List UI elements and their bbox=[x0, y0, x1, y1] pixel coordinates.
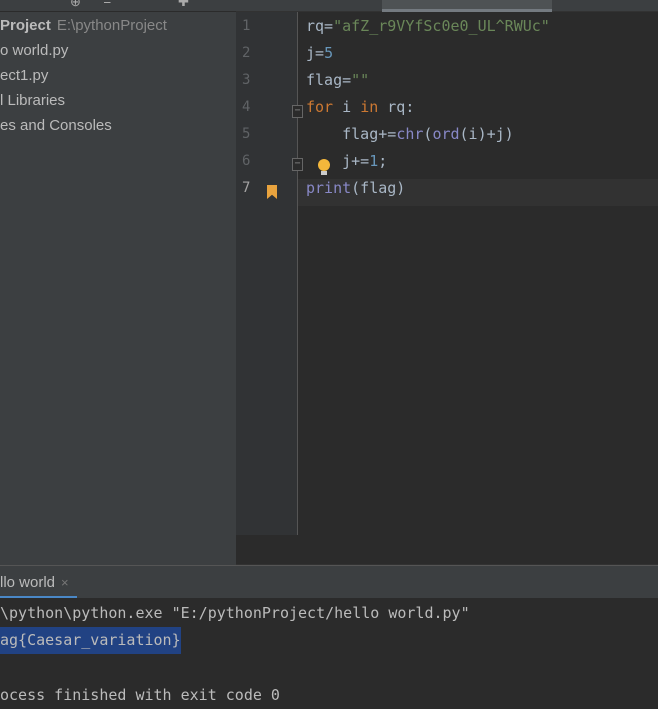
project-panel: ⊕ ⎯ ⌃ ✚ Project E:\pythonProject o world.… bbox=[0, 0, 236, 565]
code-editor[interactable]: rq="afZ_r9VYfSc0e0_UL^RWUc" j=5 flag="" for… bbox=[236, 12, 658, 535]
locate-icon[interactable]: ⊕ bbox=[70, 0, 81, 10]
code-token: rq: bbox=[378, 98, 415, 116]
code-token: ord bbox=[432, 125, 460, 143]
console-exit-line: ocess finished with exit code 0 bbox=[0, 686, 280, 704]
code-line: rq="afZ_r9VYfSc0e0_UL^RWUc" bbox=[306, 13, 550, 40]
project-toolbar: ⊕ ⎯ ⌃ ✚ bbox=[0, 0, 236, 12]
console-command-line: \python\python.exe "E:/pythonProject/hel… bbox=[0, 604, 470, 622]
project-root[interactable]: Project E:\pythonProject bbox=[0, 13, 167, 38]
fold-end-icon[interactable]: − bbox=[292, 158, 303, 171]
collapse-all-icon[interactable]: ⎯ bbox=[104, 0, 111, 10]
code-token: "afZ_r9VYfSc0e0_UL^RWUc" bbox=[333, 17, 550, 35]
line-number: 2 bbox=[242, 45, 251, 61]
code-token: print bbox=[306, 179, 352, 197]
settings-icon[interactable]: ✚ bbox=[178, 0, 189, 10]
code-token: for bbox=[306, 98, 334, 116]
console-output[interactable]: \python\python.exe "E:/pythonProject/hel… bbox=[0, 598, 658, 707]
line-number: 3 bbox=[242, 72, 251, 88]
editor-tabs bbox=[236, 0, 658, 12]
code-token: rq= bbox=[306, 17, 334, 35]
line-number: 1 bbox=[242, 18, 251, 34]
tree-item-project1[interactable]: ect1.py bbox=[0, 63, 48, 88]
run-tab-label: llo world bbox=[0, 574, 56, 591]
tree-item-scratches[interactable]: es and Consoles bbox=[0, 113, 112, 138]
code-token: "" bbox=[351, 71, 370, 89]
project-title: Project bbox=[0, 17, 51, 34]
code-token: ; bbox=[378, 152, 388, 170]
tree-item-external-libraries[interactable]: l Libraries bbox=[0, 88, 65, 113]
tab-hello-world[interactable] bbox=[382, 0, 552, 12]
code-line: print(flag) bbox=[306, 175, 405, 202]
code-token: 5 bbox=[324, 44, 334, 62]
tab-project1[interactable] bbox=[246, 0, 356, 12]
code-token: 1 bbox=[369, 152, 379, 170]
code-token: j+= bbox=[306, 152, 370, 170]
console-flag-output: ag{Caesar_variation} bbox=[0, 627, 181, 654]
code-line: j=5 bbox=[306, 40, 333, 67]
code-line: flag+=chr(ord(i)+j) bbox=[306, 121, 514, 148]
code-token: flag= bbox=[306, 71, 352, 89]
run-tab-hello-world[interactable]: llo world × bbox=[0, 566, 77, 599]
code-token: i bbox=[333, 98, 361, 116]
code-token: flag+= bbox=[306, 125, 397, 143]
editor-scroll-area bbox=[236, 535, 658, 565]
lightbulb-icon[interactable] bbox=[318, 159, 330, 175]
close-icon[interactable]: × bbox=[61, 575, 69, 590]
line-number: 6 bbox=[242, 153, 251, 169]
line-number: 7 bbox=[242, 180, 251, 196]
code-token: j= bbox=[306, 44, 325, 62]
code-token: chr bbox=[396, 125, 424, 143]
project-path: E:\pythonProject bbox=[56, 17, 167, 34]
code-token: in bbox=[360, 98, 379, 116]
expand-icon[interactable]: ⌃ bbox=[138, 0, 149, 10]
code-token: (flag) bbox=[351, 179, 406, 197]
run-toolwindow-tabs: llo world × bbox=[0, 565, 658, 599]
code-line: flag="" bbox=[306, 67, 369, 94]
tree-item-hello-world[interactable]: o world.py bbox=[0, 38, 68, 63]
code-token: (i)+j) bbox=[459, 125, 514, 143]
line-number: 5 bbox=[242, 126, 251, 142]
code-line: for i in rq: bbox=[306, 94, 414, 121]
fold-icon[interactable]: − bbox=[292, 105, 303, 118]
line-number: 4 bbox=[242, 99, 251, 115]
